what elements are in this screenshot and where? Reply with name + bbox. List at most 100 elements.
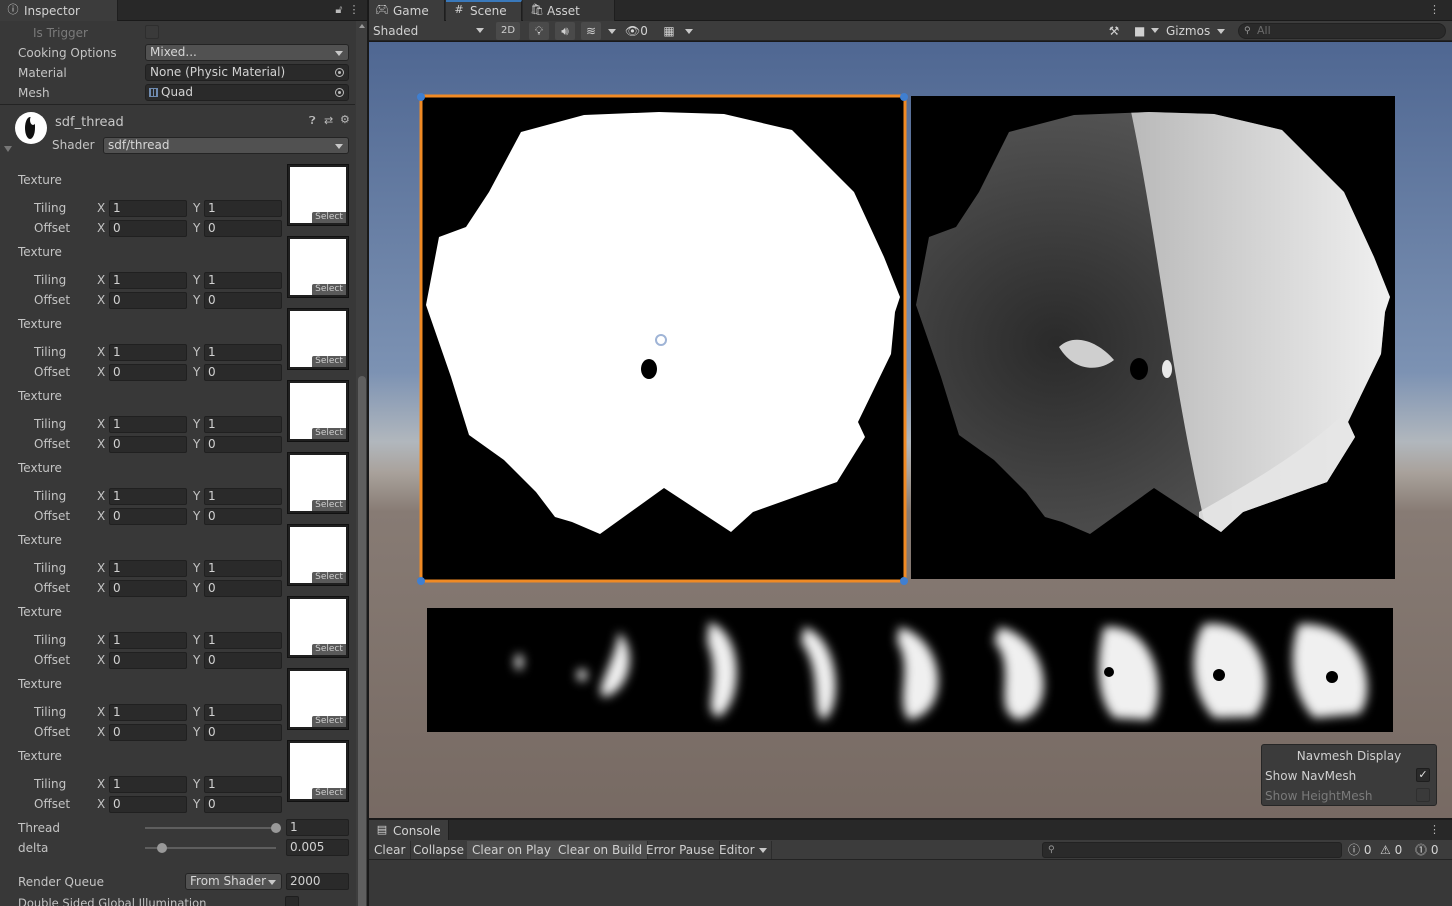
inspector-scrollbar[interactable] bbox=[356, 21, 367, 906]
delta-slider-knob[interactable] bbox=[157, 843, 168, 853]
tools-icon[interactable]: ⚒ bbox=[1104, 22, 1124, 40]
info-count-toggle[interactable]: ⓘ 0 bbox=[1348, 841, 1376, 859]
select-texture-button[interactable]: Select bbox=[312, 644, 346, 655]
select-texture-button[interactable]: Select bbox=[312, 284, 346, 295]
clear-on-build-button[interactable]: Clear on Build bbox=[553, 841, 649, 859]
error-count-toggle[interactable]: ⓵ 0 bbox=[1415, 841, 1447, 859]
thread-value-field[interactable]: 1 bbox=[286, 819, 349, 836]
error-pause-button[interactable]: Error Pause bbox=[641, 841, 721, 859]
offset-y-field[interactable]: 0 bbox=[204, 508, 282, 525]
tab-scene[interactable]: # Scene bbox=[446, 0, 522, 21]
tiling-x-field[interactable]: 1 bbox=[109, 704, 187, 721]
tiling-x-field[interactable]: 1 bbox=[109, 632, 187, 649]
thread-slider-track[interactable] bbox=[145, 827, 276, 829]
shading-mode-dropdown[interactable]: Shaded bbox=[369, 22, 490, 40]
tiling-y-field[interactable]: 1 bbox=[204, 560, 282, 577]
select-texture-button[interactable]: Select bbox=[312, 716, 346, 727]
delta-value-field[interactable]: 0.005 bbox=[286, 839, 349, 856]
tiling-x-field[interactable]: 1 bbox=[109, 200, 187, 217]
tiling-y-field[interactable]: 1 bbox=[204, 704, 282, 721]
scroll-up-icon[interactable] bbox=[359, 24, 365, 28]
tiling-x-field[interactable]: 1 bbox=[109, 488, 187, 505]
lock-icon[interactable]: 🔓︎ bbox=[333, 3, 345, 17]
select-texture-button[interactable]: Select bbox=[312, 428, 346, 439]
tab-console[interactable]: ▤ Console bbox=[369, 820, 449, 841]
select-texture-button[interactable]: Select bbox=[312, 500, 346, 511]
collapse-button[interactable]: Collapse bbox=[408, 841, 470, 859]
thread-slider-knob[interactable] bbox=[271, 823, 281, 833]
hidden-objects-toggle[interactable]: 👁︎0 bbox=[625, 22, 653, 40]
object-picker-icon[interactable] bbox=[335, 88, 344, 97]
cooking-options-dropdown[interactable]: Mixed... bbox=[145, 44, 349, 61]
tiling-x-field[interactable]: 1 bbox=[109, 344, 187, 361]
offset-x-field[interactable]: 0 bbox=[109, 364, 187, 381]
scrollbar-thumb[interactable] bbox=[358, 376, 366, 906]
object-picker-icon[interactable] bbox=[335, 68, 344, 77]
more-options-icon[interactable]: ⋮ bbox=[348, 3, 360, 17]
offset-y-field[interactable]: 0 bbox=[204, 724, 282, 741]
warning-count-toggle[interactable]: ⚠ 0 bbox=[1380, 841, 1410, 859]
scene-viewport[interactable] bbox=[369, 42, 1452, 818]
offset-x-field[interactable]: 0 bbox=[109, 292, 187, 309]
camera-settings-dropdown[interactable]: ■ bbox=[1132, 22, 1162, 40]
double-sided-checkbox[interactable] bbox=[285, 896, 299, 906]
mesh-field[interactable]: Quad bbox=[145, 84, 349, 101]
scene-search-input[interactable]: ⚲ All bbox=[1238, 23, 1446, 39]
offset-x-field[interactable]: 0 bbox=[109, 652, 187, 669]
preset-icon[interactable]: ⇄ bbox=[324, 114, 333, 127]
offset-x-field[interactable]: 0 bbox=[109, 796, 187, 813]
shader-dropdown[interactable]: sdf/thread bbox=[103, 137, 349, 154]
offset-x-field[interactable]: 0 bbox=[109, 724, 187, 741]
select-texture-button[interactable]: Select bbox=[312, 788, 346, 799]
render-queue-field[interactable]: 2000 bbox=[286, 873, 349, 890]
tiling-y-field[interactable]: 1 bbox=[204, 200, 282, 217]
tiling-y-field[interactable]: 1 bbox=[204, 632, 282, 649]
tab-game[interactable]: 🎮︎ Game bbox=[369, 0, 445, 21]
select-texture-button[interactable]: Select bbox=[312, 572, 346, 583]
selected-quad[interactable] bbox=[417, 93, 908, 585]
more-options-icon[interactable]: ⋮ bbox=[1429, 3, 1440, 16]
grid-toggle-icon[interactable]: ▦ bbox=[659, 22, 679, 40]
offset-x-field[interactable]: 0 bbox=[109, 508, 187, 525]
texture-thumbnail[interactable]: Select bbox=[287, 380, 349, 442]
foldout-icon[interactable] bbox=[4, 146, 12, 152]
offset-y-field[interactable]: 0 bbox=[204, 652, 282, 669]
handle-bottom-left[interactable] bbox=[417, 577, 425, 585]
editor-dropdown[interactable]: Editor bbox=[714, 841, 772, 859]
offset-x-field[interactable]: 0 bbox=[109, 220, 187, 237]
tiling-x-field[interactable]: 1 bbox=[109, 560, 187, 577]
texture-thumbnail[interactable]: Select bbox=[287, 596, 349, 658]
clear-on-play-button[interactable]: Clear on Play bbox=[467, 841, 557, 859]
tiling-y-field[interactable]: 1 bbox=[204, 272, 282, 289]
audio-toggle-icon[interactable]: 🔊︎ bbox=[555, 22, 575, 40]
texture-thumbnail[interactable]: Select bbox=[287, 524, 349, 586]
chevron-down-icon[interactable] bbox=[608, 29, 616, 34]
offset-y-field[interactable]: 0 bbox=[204, 436, 282, 453]
distance-field-quad[interactable] bbox=[909, 96, 1399, 579]
offset-y-field[interactable]: 0 bbox=[204, 292, 282, 309]
more-options-icon[interactable]: ⋮ bbox=[1429, 823, 1440, 836]
offset-y-field[interactable]: 0 bbox=[204, 364, 282, 381]
select-texture-button[interactable]: Select bbox=[312, 212, 346, 223]
handle-top-left[interactable] bbox=[417, 93, 425, 101]
show-navmesh-checkbox[interactable]: ✓ bbox=[1416, 768, 1430, 782]
render-queue-dropdown[interactable]: From Shader bbox=[185, 873, 282, 890]
2d-toggle-button[interactable]: 2D bbox=[496, 22, 520, 40]
show-heightmesh-checkbox[interactable] bbox=[1416, 788, 1430, 802]
tiling-y-field[interactable]: 1 bbox=[204, 416, 282, 433]
texture-thumbnail[interactable]: Select bbox=[287, 308, 349, 370]
tab-inspector[interactable]: ⓘ Inspector bbox=[0, 0, 118, 21]
clear-button[interactable]: Clear bbox=[369, 841, 412, 859]
offset-y-field[interactable]: 0 bbox=[204, 220, 282, 237]
offset-y-field[interactable]: 0 bbox=[204, 796, 282, 813]
chevron-down-icon[interactable] bbox=[685, 29, 693, 34]
effects-toggle-icon[interactable]: ≋ bbox=[581, 22, 601, 40]
gizmos-dropdown[interactable]: Gizmos bbox=[1166, 22, 1228, 40]
sdf-frame-strip[interactable] bbox=[427, 608, 1393, 732]
handle-top-right[interactable] bbox=[900, 93, 908, 101]
handle-bottom-right[interactable] bbox=[900, 577, 908, 585]
texture-thumbnail[interactable]: Select bbox=[287, 668, 349, 730]
tiling-y-field[interactable]: 1 bbox=[204, 488, 282, 505]
tiling-y-field[interactable]: 1 bbox=[204, 344, 282, 361]
gear-icon[interactable]: ⚙ bbox=[340, 113, 350, 126]
